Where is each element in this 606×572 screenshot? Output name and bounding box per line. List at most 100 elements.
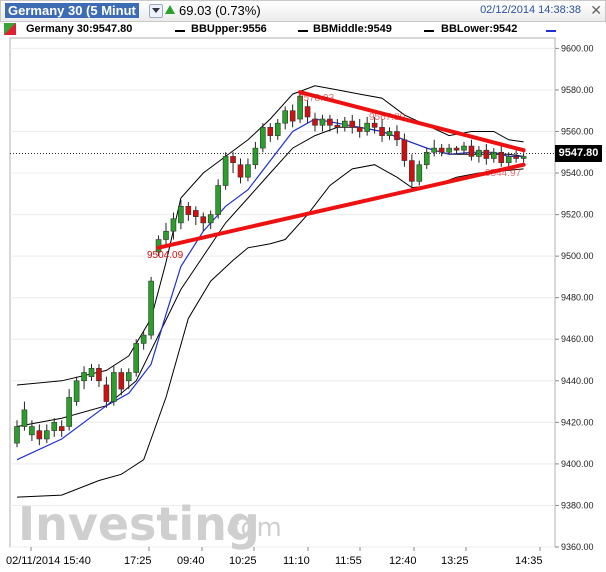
candle-up <box>51 422 58 431</box>
level-label-mid: 9567.80 <box>369 112 406 123</box>
candle-up <box>73 380 80 402</box>
candle-down <box>379 127 385 136</box>
candle-up <box>274 122 281 136</box>
candle-down <box>237 164 244 178</box>
y-tick-label: 9400.00 <box>561 459 594 469</box>
candle-up <box>431 147 438 153</box>
legend-bbmiddle-swatch <box>298 30 308 32</box>
y-tick-label: 9560.00 <box>561 126 594 136</box>
candle-down <box>513 156 519 159</box>
candle-up <box>215 185 221 215</box>
candle-down <box>312 118 318 126</box>
candle-up <box>14 426 20 444</box>
candle-up <box>125 372 132 382</box>
candle-up <box>461 145 467 151</box>
candle-up <box>81 372 87 382</box>
y-tick-label: 9580.00 <box>561 85 594 95</box>
legend-instrument: Germany 30:9547.80 <box>26 23 133 35</box>
y-axis: 9360.00 9380.00 9400.00 9420.00 9440.00 9460.… <box>555 43 594 552</box>
candle-up <box>207 214 214 224</box>
chart-widget: Investing .com 9504.09 9578.93 9567.80 9… <box>0 0 606 572</box>
candle-up <box>319 118 326 126</box>
candle-up <box>260 127 266 149</box>
candle-down <box>118 372 125 390</box>
candle-up <box>341 120 348 128</box>
candle-down <box>193 210 199 217</box>
y-tick-label: 9500.00 <box>561 251 594 261</box>
candlestick-icon <box>4 23 16 35</box>
x-tick-label: 14:35 <box>515 555 543 567</box>
candle-up <box>140 334 147 344</box>
timestamp: 02/12/2014 14:38:38 <box>480 4 581 16</box>
candle-up <box>245 164 251 178</box>
candle-up <box>178 205 184 224</box>
candle-up <box>505 156 512 163</box>
candle-up <box>252 147 259 166</box>
candle-down <box>103 384 110 402</box>
candle-down <box>58 426 65 431</box>
y-tick-label: 9440.00 <box>561 376 594 386</box>
x-tick-label: 02/11/2014 15:40 <box>6 555 91 567</box>
candle-down <box>438 147 445 153</box>
legend-bbupper-swatch <box>175 30 185 32</box>
price-chart: Investing .com 9504.09 9578.93 9567.80 9… <box>6 37 594 567</box>
candle-down <box>304 106 311 118</box>
candle-down <box>409 160 415 182</box>
candle-up <box>282 110 289 124</box>
candle-up <box>163 230 169 240</box>
candle-down <box>289 110 296 122</box>
candle-down <box>230 156 236 163</box>
candle-up <box>21 409 28 427</box>
chart-title: Germany 30 (5 Minut <box>5 3 139 18</box>
candle-down <box>483 149 490 159</box>
candle-up <box>386 131 393 136</box>
candle-up <box>29 426 35 436</box>
candle-up <box>364 122 370 132</box>
level-label-low: 9504.09 <box>147 250 184 261</box>
chevron-down-icon <box>152 8 160 13</box>
level-label-high: 9578.93 <box>298 93 335 104</box>
legend: Germany 30:9547.80 BBUpper:9556 BBMiddle… <box>0 21 556 38</box>
y-tick-label: 9360.00 <box>561 542 594 552</box>
y-tick-label: 9540.00 <box>561 168 594 178</box>
current-price-label: 9547.80 <box>555 145 602 162</box>
x-tick-label: 09:40 <box>177 555 205 567</box>
y-tick-label: 9520.00 <box>561 210 594 220</box>
title-bar: Germany 30 (5 Minut 69.03 (0.73%) 02/12/… <box>0 0 606 22</box>
x-tick-label: 12:40 <box>389 555 417 567</box>
candle-up <box>88 368 95 377</box>
x-tick-label: 11:55 <box>335 555 362 567</box>
candle-down <box>401 139 408 161</box>
watermark-suffix: .com <box>218 513 282 543</box>
candle-up <box>416 164 423 182</box>
y-tick-label: 9420.00 <box>561 417 594 427</box>
timeframe-dropdown[interactable] <box>149 4 163 18</box>
up-arrow-icon <box>165 5 175 14</box>
candle-up <box>43 430 50 440</box>
candle-up <box>423 151 430 166</box>
candle-up <box>111 372 117 402</box>
price-change: 69.03 (0.73%) <box>179 3 261 18</box>
x-tick-label: 11:10 <box>283 555 310 567</box>
candle-down <box>371 122 378 128</box>
candle-up <box>446 147 452 153</box>
candle-down <box>349 120 356 128</box>
legend-bbmiddle: BBMiddle:9549 <box>313 23 392 35</box>
candle-down <box>96 368 102 382</box>
x-tick-label: 17:25 <box>124 555 152 567</box>
legend-bblower-swatch <box>424 30 434 32</box>
candle-up <box>66 397 72 427</box>
y-tick-label: 9600.00 <box>561 43 594 53</box>
candle-up <box>133 343 139 373</box>
y-tick-label: 9380.00 <box>561 500 594 510</box>
candle-up <box>520 156 527 159</box>
candle-down <box>356 127 363 132</box>
candle-down <box>468 145 475 157</box>
candle-down <box>185 205 192 215</box>
legend-ma-swatch <box>546 30 556 32</box>
candle-up <box>148 280 154 336</box>
close-icon[interactable]: ✕ <box>590 2 602 19</box>
candle-down <box>394 131 400 141</box>
x-tick-label: 10:25 <box>229 555 257 567</box>
level-label-right: 9544.97 <box>485 168 522 179</box>
